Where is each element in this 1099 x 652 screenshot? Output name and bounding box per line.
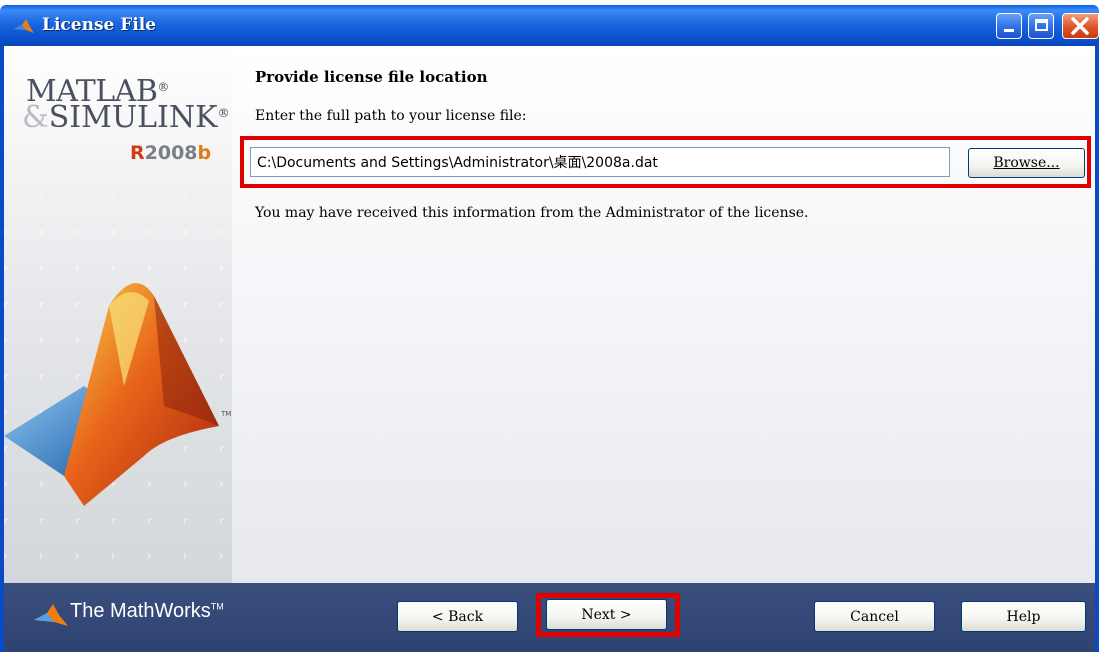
page-heading: Provide license file location [255,68,488,86]
browse-button[interactable]: Browse... [968,148,1085,178]
minimize-button[interactable] [996,13,1022,39]
help-button[interactable]: Help [961,601,1086,632]
maximize-icon [1035,19,1048,31]
main-content: Provide license file location Enter the … [232,46,1095,583]
branding-panel: MATLAB® &SIMULINK® R2008b TM [4,46,232,583]
company-name: The MathWorksTM [70,600,224,622]
window-title: License File [42,15,157,35]
license-file-dialog: License File MATLAB® &SIMULINK® R2008b T… [0,0,1099,652]
close-button[interactable] [1062,13,1099,39]
footer-bar: The MathWorksTM < Back Next > Cancel Hel… [4,583,1095,652]
matlab-icon [14,19,34,33]
info-text: You may have received this information f… [255,205,809,221]
window-frame-right [1095,46,1099,652]
mathworks-logo-icon [34,604,68,626]
close-icon [1071,17,1089,35]
title-bar[interactable]: License File [0,5,1099,46]
license-path-input[interactable] [250,147,950,177]
maximize-button[interactable] [1028,13,1054,39]
trademark-label: TM [221,410,232,418]
release-label: R2008b [130,142,212,164]
membrane-logo-icon [4,283,219,506]
simulink-logo-text: &SIMULINK® [22,100,230,135]
cancel-button[interactable]: Cancel [814,601,935,632]
back-button[interactable]: < Back [397,601,518,632]
next-button[interactable]: Next > [546,599,667,630]
path-prompt-label: Enter the full path to your license file… [255,108,527,124]
browse-label: Browse... [993,155,1060,171]
minimize-icon [1004,29,1014,32]
